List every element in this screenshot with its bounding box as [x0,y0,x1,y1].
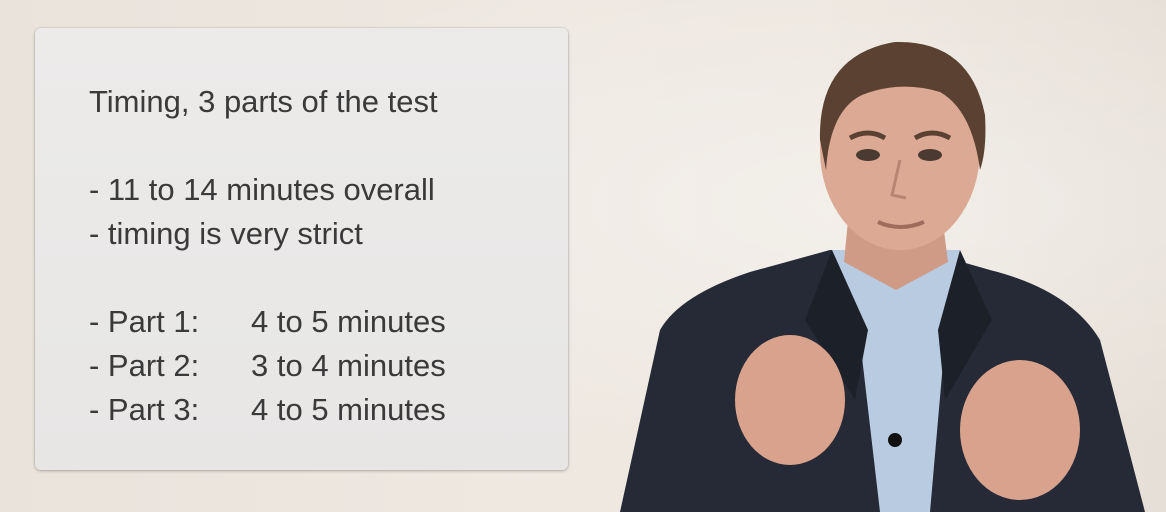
overview-item: - timing is very strict [89,216,363,251]
part-duration: 4 to 5 minutes [251,304,446,339]
lapel-mic [888,433,902,447]
part-row: - Part 1: 4 to 5 minutes [89,300,568,344]
part-row: - Part 3: 4 to 5 minutes [89,388,568,432]
slide-card: Timing, 3 parts of the test - 11 to 14 m… [35,28,568,470]
overview-list: - 11 to 14 minutes overall - timing is v… [89,168,568,256]
part-label: - Part 3: [89,392,200,427]
part-duration: 4 to 5 minutes [251,392,446,427]
part-label: - Part 2: [89,348,200,383]
part-label: - Part 1: [89,304,200,339]
left-hand [735,335,845,465]
overview-item: - 11 to 14 minutes overall [89,172,435,207]
left-eye [856,149,880,161]
parts-list: - Part 1: 4 to 5 minutes - Part 2: 3 to … [89,300,568,432]
part-row: - Part 2: 3 to 4 minutes [89,344,568,388]
right-hand [960,360,1080,500]
slide-title: Timing, 3 parts of the test [89,84,438,119]
part-duration: 3 to 4 minutes [251,348,446,383]
right-eye [918,149,942,161]
presenter-figure-icon [620,41,1145,512]
